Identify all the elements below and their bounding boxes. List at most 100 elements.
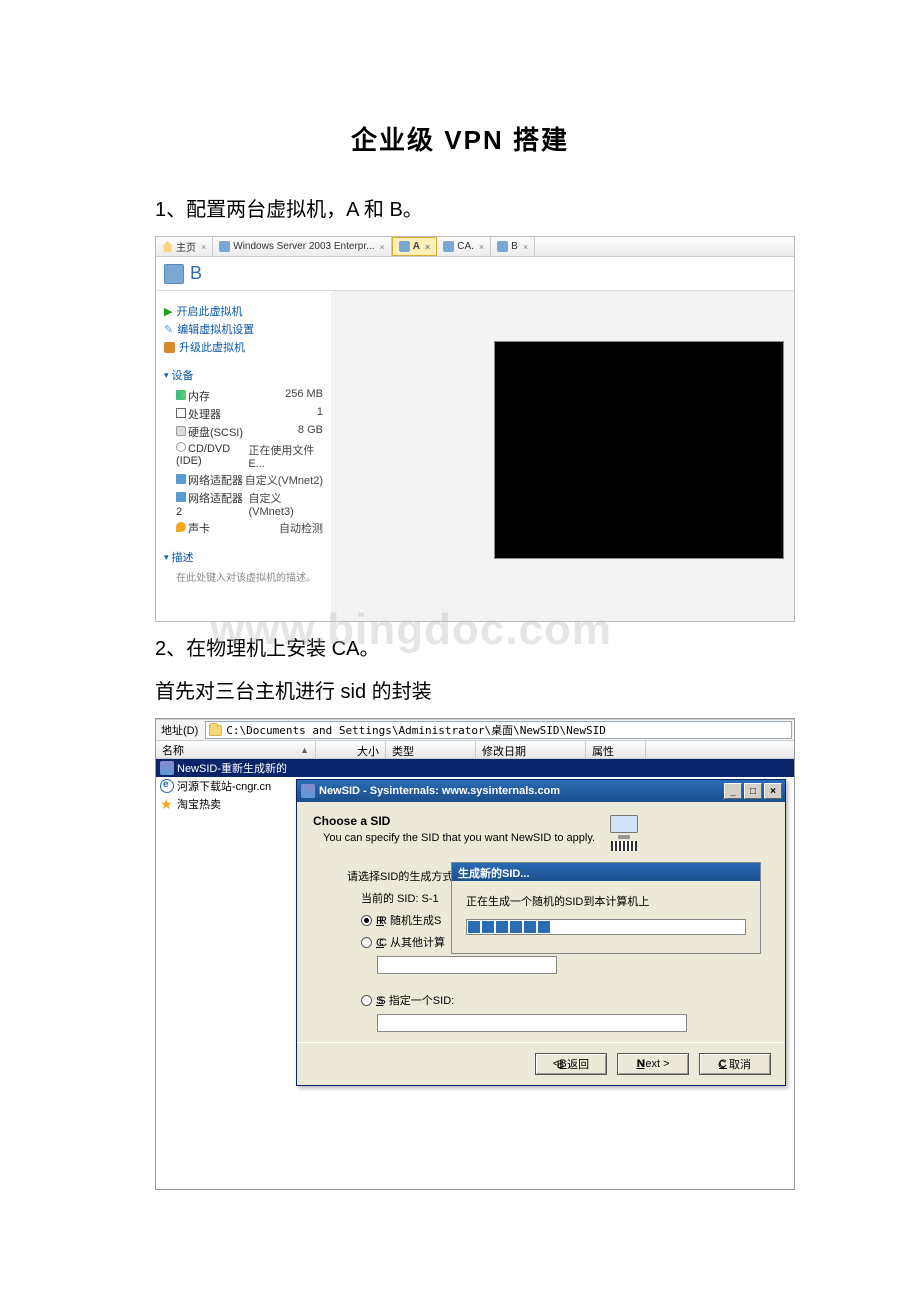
- close-button[interactable]: ×: [764, 783, 782, 799]
- col-attr[interactable]: 属性: [586, 741, 646, 758]
- address-path: C:\Documents and Settings\Administrator\…: [226, 722, 606, 738]
- close-icon[interactable]: ×: [425, 242, 430, 252]
- col-name[interactable]: 名称 ▲: [156, 741, 316, 758]
- tab-label: CA.: [457, 241, 474, 252]
- device-value: 8 GB: [298, 424, 323, 440]
- app-icon: [160, 761, 174, 775]
- other-computer-input[interactable]: [377, 956, 557, 974]
- device-value: 256 MB: [285, 388, 323, 404]
- cpu-icon: [176, 408, 186, 418]
- vm-title-row: B: [156, 257, 794, 291]
- tab-label: Windows Server 2003 Enterpr...: [233, 241, 374, 252]
- next-button[interactable]: NNext >: [617, 1053, 689, 1075]
- vm-icon: [219, 241, 230, 252]
- edit-settings-action[interactable]: ✎ 编辑虚拟机设置: [164, 321, 323, 337]
- col-type[interactable]: 类型: [386, 741, 476, 758]
- file-name: 河源下载站-cngr.cn: [177, 778, 271, 794]
- tab-ca[interactable]: CA. ×: [437, 237, 491, 256]
- step-1-text: 1、配置两台虚拟机，A 和 B。: [155, 193, 765, 222]
- device-cd[interactable]: CD/DVD (IDE) 正在使用文件 E...: [164, 441, 323, 471]
- radio-icon: [361, 915, 372, 926]
- device-memory[interactable]: 内存 256 MB: [164, 387, 323, 405]
- device-value: 正在使用文件 E...: [248, 442, 323, 470]
- device-name: 网络适配器 2: [176, 493, 243, 518]
- vm-icon: [399, 241, 410, 252]
- network-icon: [176, 474, 186, 484]
- address-input[interactable]: C:\Documents and Settings\Administrator\…: [205, 721, 792, 739]
- substep-text: 首先对三台主机进行 sid 的封装: [155, 675, 765, 704]
- devices-section-header[interactable]: 设备: [164, 367, 323, 383]
- star-icon: ★: [160, 797, 174, 811]
- vm-screen-preview: [494, 341, 784, 559]
- file-name: 淘宝热卖: [177, 796, 221, 812]
- dialog-heading: Choose a SID: [313, 814, 390, 828]
- tab-a[interactable]: A ×: [392, 237, 438, 256]
- edit-icon: ✎: [164, 323, 173, 336]
- device-cpu[interactable]: 处理器 1: [164, 405, 323, 423]
- file-list: NewSID-重新生成新的 河源下载站-cngr.cn ★ 淘宝热卖 NewSI…: [156, 759, 794, 1189]
- action-label: 编辑虚拟机设置: [177, 321, 254, 337]
- close-icon[interactable]: ×: [379, 242, 384, 252]
- file-row[interactable]: NewSID-重新生成新的: [156, 759, 794, 777]
- col-size[interactable]: 大小: [316, 741, 386, 758]
- address-bar: 地址(D) C:\Documents and Settings\Administ…: [156, 719, 794, 741]
- upgrade-action[interactable]: 升级此虚拟机: [164, 339, 323, 355]
- vmware-panel: 主页 × Windows Server 2003 Enterpr... × A …: [155, 236, 795, 622]
- col-date[interactable]: 修改日期: [476, 741, 586, 758]
- radio-label: S 指定一个SID:: [378, 995, 454, 1007]
- vm-large-icon: [164, 264, 184, 284]
- radio-icon: [361, 937, 372, 948]
- upgrade-icon: [164, 342, 175, 353]
- device-name: 网络适配器: [188, 475, 243, 487]
- description-section-header[interactable]: 描述: [164, 549, 323, 565]
- tab-label: B: [511, 241, 518, 252]
- progress-bar: [466, 919, 746, 935]
- app-icon: [301, 784, 315, 798]
- specify-sid-input[interactable]: [377, 1014, 687, 1032]
- dialog-titlebar[interactable]: NewSID - Sysinternals: www.sysinternals.…: [297, 780, 785, 802]
- device-sound[interactable]: 声卡 自动检测: [164, 519, 323, 537]
- explorer-window: 地址(D) C:\Documents and Settings\Administ…: [155, 718, 795, 1190]
- radio-label: R 随机生成S: [379, 915, 441, 927]
- file-name: NewSID-重新生成新的: [177, 760, 287, 776]
- btn-label: Next >: [637, 1058, 669, 1070]
- back-button[interactable]: < B B 返回: [535, 1053, 607, 1075]
- power-on-action[interactable]: ▶ 开启此虚拟机: [164, 303, 323, 319]
- radio-specify[interactable]: S S 指定一个SID:: [361, 992, 769, 1008]
- close-icon[interactable]: ×: [523, 242, 528, 252]
- disk-icon: [176, 426, 186, 436]
- device-value: 自动检测: [279, 520, 323, 536]
- device-value: 1: [317, 406, 323, 422]
- btn-label: B 返回: [557, 1056, 589, 1072]
- minimize-button[interactable]: _: [724, 783, 742, 799]
- vm-icon: [443, 241, 454, 252]
- maximize-button[interactable]: □: [744, 783, 762, 799]
- step-2-text: 2、在物理机上安装 CA。: [155, 632, 765, 661]
- close-icon[interactable]: ×: [479, 242, 484, 252]
- device-net1[interactable]: 网络适配器 自定义(VMnet2): [164, 471, 323, 489]
- sort-asc-icon: ▲: [300, 745, 309, 755]
- tab-home[interactable]: 主页 ×: [156, 237, 213, 256]
- close-icon[interactable]: ×: [201, 242, 206, 252]
- play-icon: ▶: [164, 305, 172, 318]
- device-net2[interactable]: 网络适配器 2 自定义(VMnet3): [164, 489, 323, 519]
- newsid-dialog: NewSID - Sysinternals: www.sysinternals.…: [296, 779, 786, 1086]
- progress-message: 正在生成一个随机的SID到本计算机上: [466, 893, 746, 909]
- btn-label: C 取消: [718, 1056, 751, 1072]
- dialog-title: NewSID - Sysinternals: www.sysinternals.…: [319, 785, 560, 797]
- dialog-art: [605, 814, 643, 852]
- action-label: 开启此虚拟机: [176, 303, 242, 319]
- tab-label: A: [413, 241, 420, 252]
- vm-icon: [497, 241, 508, 252]
- cancel-button[interactable]: C C 取消: [699, 1053, 771, 1075]
- device-name: 声卡: [188, 523, 210, 535]
- tab-b[interactable]: B ×: [491, 237, 535, 256]
- cd-icon: [176, 442, 186, 452]
- tab-label: 主页: [176, 239, 196, 254]
- tab-win2003[interactable]: Windows Server 2003 Enterpr... ×: [213, 237, 391, 256]
- ie-icon: [160, 779, 174, 793]
- description-placeholder[interactable]: 在此处键入对该虚拟机的描述。: [164, 569, 323, 584]
- device-disk[interactable]: 硬盘(SCSI) 8 GB: [164, 423, 323, 441]
- home-icon: [162, 241, 173, 252]
- memory-icon: [176, 390, 186, 400]
